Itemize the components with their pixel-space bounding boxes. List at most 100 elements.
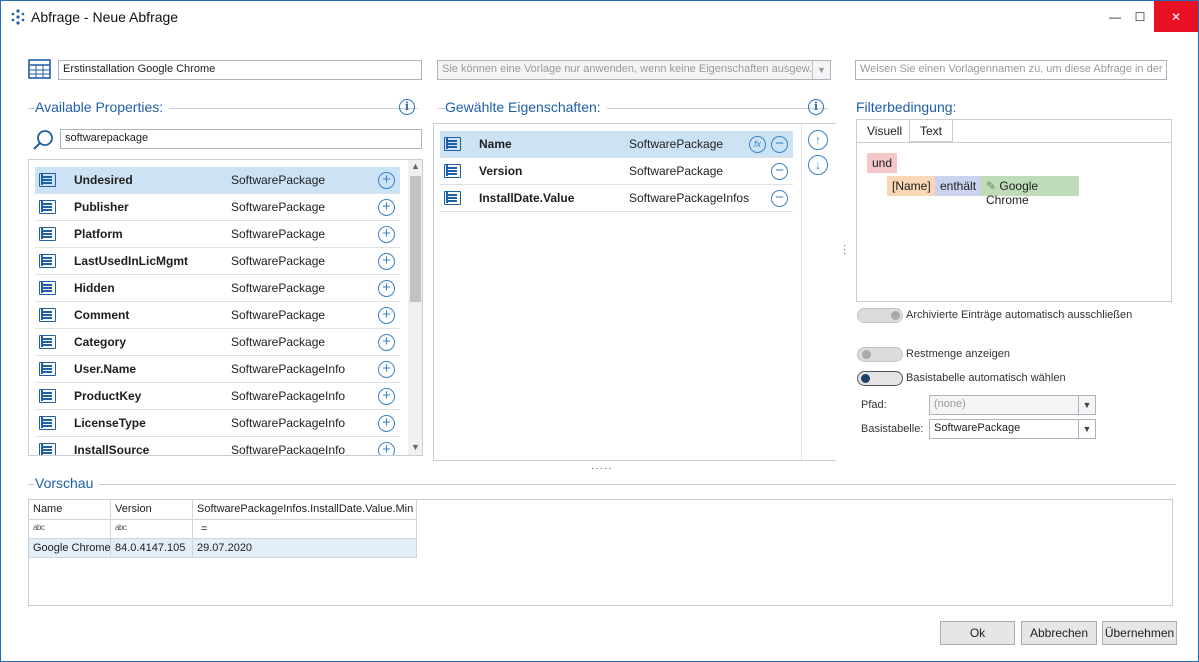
- reorder-panel: ↑ ↓: [801, 124, 836, 460]
- property-type: SoftwarePackageInfo: [231, 389, 346, 403]
- filter-comparison-chip[interactable]: enthält: [935, 176, 982, 196]
- column-header[interactable]: Version: [111, 500, 193, 520]
- available-scroll-thumb[interactable]: [410, 176, 421, 302]
- available-info-icon[interactable]: i: [399, 99, 415, 115]
- chevron-down-icon[interactable]: ▼: [1078, 420, 1095, 438]
- available-title: Available Properties:: [35, 99, 170, 115]
- filter-cell[interactable]: abc: [29, 520, 111, 539]
- vertical-splitter[interactable]: · · ·: [843, 241, 846, 259]
- add-icon[interactable]: +: [378, 199, 395, 216]
- list-item[interactable]: LastUsedInLicMgmt SoftwarePackage +: [35, 248, 400, 275]
- list-item[interactable]: ProductKey SoftwarePackageInfo +: [35, 383, 400, 410]
- remove-icon[interactable]: −: [771, 136, 788, 153]
- cancel-button[interactable]: Abbrechen: [1021, 621, 1097, 645]
- template-select[interactable]: Sie können eine Vorlage nur anwenden, we…: [437, 60, 831, 80]
- function-icon[interactable]: fx: [749, 136, 766, 153]
- list-item[interactable]: InstallSource SoftwarePackageInfo +: [35, 437, 400, 456]
- property-type: SoftwarePackage: [629, 137, 724, 151]
- list-item[interactable]: Name SoftwarePackage fx −: [440, 131, 793, 158]
- window-title: Abfrage - Neue Abfrage: [31, 9, 179, 25]
- list-item[interactable]: Undesired SoftwarePackage +: [35, 167, 400, 194]
- filter-value-chip[interactable]: ✎ Google Chrome: [981, 176, 1079, 207]
- add-icon[interactable]: +: [378, 226, 395, 243]
- move-up-button[interactable]: ↑: [808, 130, 828, 150]
- filter-cell[interactable]: =: [193, 520, 417, 539]
- path-select[interactable]: (none) ▼: [929, 395, 1096, 415]
- list-item[interactable]: Version SoftwarePackage −: [440, 158, 793, 185]
- remove-icon[interactable]: −: [771, 163, 788, 180]
- property-name: LastUsedInLicMgmt: [74, 254, 189, 268]
- add-icon[interactable]: +: [378, 253, 395, 270]
- add-icon[interactable]: +: [378, 172, 395, 189]
- horizontal-splitter[interactable]: ·····: [591, 463, 613, 474]
- maximize-button[interactable]: ☐: [1123, 1, 1157, 32]
- path-label: Pfad:: [861, 399, 887, 411]
- chevron-down-icon[interactable]: ▼: [1078, 396, 1095, 414]
- table-row[interactable]: Google Chrome 84.0.4147.105 29.07.2020: [29, 539, 417, 558]
- property-name: Undesired: [74, 173, 133, 187]
- property-name: Category: [74, 335, 127, 349]
- base-table-select[interactable]: SoftwarePackage ▼: [929, 419, 1096, 439]
- list-item[interactable]: LicenseType SoftwarePackageInfo +: [35, 410, 400, 437]
- tab-visuell[interactable]: Visuell: [857, 120, 914, 142]
- property-name: LicenseType: [74, 416, 146, 430]
- archived-toggle[interactable]: [857, 308, 903, 323]
- template-name-input[interactable]: Weisen Sie einen Vorlagennamen zu, um di…: [855, 60, 1167, 80]
- column-header[interactable]: Name: [29, 500, 111, 520]
- remove-icon[interactable]: −: [771, 190, 788, 207]
- scroll-down-icon[interactable]: ▼: [411, 442, 420, 452]
- add-icon[interactable]: +: [378, 280, 395, 297]
- close-button[interactable]: ✕: [1154, 1, 1198, 32]
- rest-toggle[interactable]: [857, 347, 903, 362]
- tab-text[interactable]: Text: [909, 120, 954, 142]
- property-type: SoftwarePackage: [231, 254, 326, 268]
- column-header[interactable]: SoftwarePackageInfos.InstallDate.Value.M…: [193, 500, 417, 520]
- selected-info-icon[interactable]: i: [808, 99, 824, 115]
- chevron-down-icon[interactable]: ▼: [812, 61, 830, 79]
- filter-field-chip[interactable]: [Name]: [887, 176, 936, 196]
- filter-operator-chip[interactable]: und: [867, 153, 898, 173]
- available-scrollbar[interactable]: ▲ ▼: [408, 160, 422, 455]
- list-item[interactable]: InstallDate.Value SoftwarePackageInfos −: [440, 185, 793, 212]
- table-icon: [28, 59, 51, 79]
- property-type: SoftwarePackage: [231, 281, 326, 295]
- list-item[interactable]: Platform SoftwarePackage +: [35, 221, 400, 248]
- property-search-input[interactable]: softwarepackage: [60, 129, 422, 149]
- property-type: SoftwarePackage: [231, 335, 326, 349]
- property-type: SoftwarePackage: [231, 200, 326, 214]
- property-name: ProductKey: [74, 389, 142, 403]
- add-icon[interactable]: +: [378, 361, 395, 378]
- query-name-input[interactable]: Erstinstallation Google Chrome: [58, 60, 422, 80]
- property-name: Publisher: [74, 200, 129, 214]
- list-item[interactable]: User.Name SoftwarePackageInfo +: [35, 356, 400, 383]
- move-down-button[interactable]: ↓: [808, 155, 828, 175]
- ok-button[interactable]: Ok: [940, 621, 1015, 645]
- property-type: SoftwarePackage: [231, 173, 326, 187]
- base-table-label: Basistabelle:: [861, 423, 924, 435]
- base-label: Basistabelle automatisch wählen: [906, 372, 1066, 384]
- property-type: SoftwarePackageInfos: [629, 191, 750, 205]
- add-icon[interactable]: +: [378, 307, 395, 324]
- list-item[interactable]: Category SoftwarePackage +: [35, 329, 400, 356]
- property-name: Comment: [74, 308, 130, 322]
- list-item[interactable]: Publisher SoftwarePackage +: [35, 194, 400, 221]
- scroll-up-icon[interactable]: ▲: [411, 161, 420, 171]
- preview-header-row: Name Version SoftwarePackageInfos.Instal…: [29, 500, 417, 520]
- apply-button[interactable]: Übernehmen: [1102, 621, 1177, 645]
- list-item[interactable]: Comment SoftwarePackage +: [35, 302, 400, 329]
- add-icon[interactable]: +: [378, 388, 395, 405]
- add-icon[interactable]: +: [378, 415, 395, 432]
- property-icon: [39, 416, 56, 430]
- title-bar: Abfrage - Neue Abfrage — ☐ ✕: [1, 1, 1198, 32]
- add-icon[interactable]: +: [378, 334, 395, 351]
- list-item[interactable]: Hidden SoftwarePackage +: [35, 275, 400, 302]
- add-icon[interactable]: +: [378, 442, 395, 455]
- property-icon: [39, 281, 56, 295]
- filter-title: Filterbedingung:: [856, 99, 963, 115]
- property-name: Hidden: [74, 281, 115, 295]
- base-table-select-value: SoftwarePackage: [934, 422, 1021, 434]
- property-name: InstallSource: [74, 443, 150, 456]
- base-toggle[interactable]: [857, 371, 903, 386]
- filter-cell[interactable]: abc: [111, 520, 193, 539]
- property-type: SoftwarePackage: [231, 227, 326, 241]
